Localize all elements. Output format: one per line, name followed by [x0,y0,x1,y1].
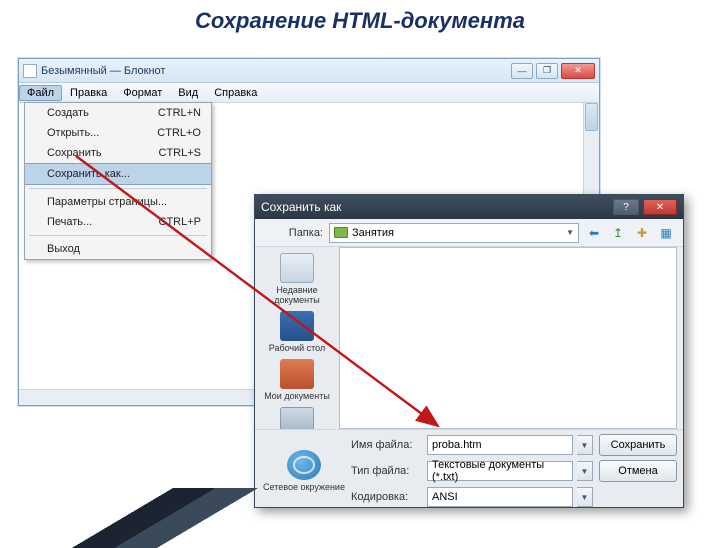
menu-item-label: Печать... [47,216,92,228]
folder-value: Занятия [352,227,394,239]
file-listing[interactable] [339,247,677,429]
menu-item-open[interactable]: Открыть... CTRL+O [25,123,211,143]
network-icon [287,450,321,480]
notepad-titlebar[interactable]: Безымянный — Блокнот — ❐ ✕ [19,59,599,83]
menu-separator [29,235,207,236]
menu-separator [29,188,207,189]
filetype-label: Тип файла: [351,465,423,477]
place-mydocs[interactable]: Мои документы [261,359,333,401]
filetype-dropdown[interactable]: ▼ [577,461,593,481]
notepad-title-text: Безымянный — Блокнот [41,65,165,77]
notepad-app-icon [23,64,37,78]
encoding-combobox[interactable]: ANSI [427,487,573,507]
folder-combobox[interactable]: Занятия ▼ [329,223,579,243]
menu-file[interactable]: Файл [19,85,62,101]
menu-item-shortcut: CTRL+O [157,127,201,139]
menu-item-shortcut: CTRL+P [159,216,202,228]
back-icon[interactable]: ⬅ [585,224,603,242]
menu-view[interactable]: Вид [170,85,206,101]
menu-item-label: Открыть... [47,127,99,139]
filetype-combobox[interactable]: Текстовые документы (*.txt) [427,461,573,481]
recent-icon [280,253,314,283]
menu-item-print[interactable]: Печать... CTRL+P [25,212,211,232]
encoding-dropdown[interactable]: ▼ [577,487,593,507]
place-desktop[interactable]: Рабочий стол [261,311,333,353]
close-button[interactable]: ✕ [643,199,677,215]
file-menu-dropdown[interactable]: Создать CTRL+N Открыть... CTRL+O Сохрани… [24,102,212,260]
menu-format[interactable]: Формат [115,85,170,101]
minimize-button[interactable]: — [511,63,533,79]
filename-dropdown[interactable]: ▼ [577,435,593,455]
place-label: Недавние документы [261,285,333,305]
menu-item-new[interactable]: Создать CTRL+N [25,103,211,123]
up-icon[interactable]: ↥ [609,224,627,242]
new-folder-icon[interactable]: ✚ [633,224,651,242]
menu-item-label: Сохранить [47,147,102,159]
place-label: Мои документы [261,391,333,401]
menu-item-label: Параметры страницы... [47,196,167,208]
place-network[interactable]: Сетевое окружение [261,450,347,492]
menu-item-exit[interactable]: Выход [25,239,211,259]
help-button[interactable]: ? [613,199,639,215]
menu-item-save[interactable]: Сохранить CTRL+S [25,143,211,163]
folder-icon [334,227,348,238]
menu-item-save-as[interactable]: Сохранить как... [25,163,211,185]
filename-label: Имя файла: [351,439,423,451]
desktop-icon [280,311,314,341]
menu-item-shortcut: CTRL+S [159,147,202,159]
places-bar: Недавние документы Рабочий стол Мои доку… [255,247,339,429]
chevron-down-icon: ▼ [566,228,574,237]
maximize-button[interactable]: ❐ [536,63,558,79]
views-icon[interactable]: ▦ [657,224,675,242]
menu-item-shortcut: CTRL+N [158,107,201,119]
slide-title: Сохранение HTML-документа [0,8,720,34]
menu-item-label: Создать [47,107,89,119]
menu-edit[interactable]: Правка [62,85,115,101]
save-as-toolbar: Папка: Занятия ▼ ⬅ ↥ ✚ ▦ [255,219,683,247]
place-label: Рабочий стол [261,343,333,353]
filename-input[interactable]: proba.htm [427,435,573,455]
place-recent[interactable]: Недавние документы [261,253,333,305]
save-as-dialog: Сохранить как ? ✕ Папка: Занятия ▼ ⬅ ↥ ✚… [254,194,684,508]
save-button[interactable]: Сохранить [599,434,677,456]
menu-item-label: Выход [47,243,80,255]
cancel-button[interactable]: Отмена [599,460,677,482]
menu-item-label: Сохранить как... [47,168,130,180]
menu-item-page-setup[interactable]: Параметры страницы... [25,192,211,212]
slide-decoration [0,488,440,548]
save-as-titlebar[interactable]: Сохранить как ? ✕ [255,195,683,219]
mydocs-icon [280,359,314,389]
folder-label: Папка: [263,227,323,239]
save-as-title-text: Сохранить как [261,200,341,214]
notepad-menubar[interactable]: Файл Правка Формат Вид Справка [19,83,599,103]
close-button[interactable]: ✕ [561,63,595,79]
menu-help[interactable]: Справка [206,85,265,101]
